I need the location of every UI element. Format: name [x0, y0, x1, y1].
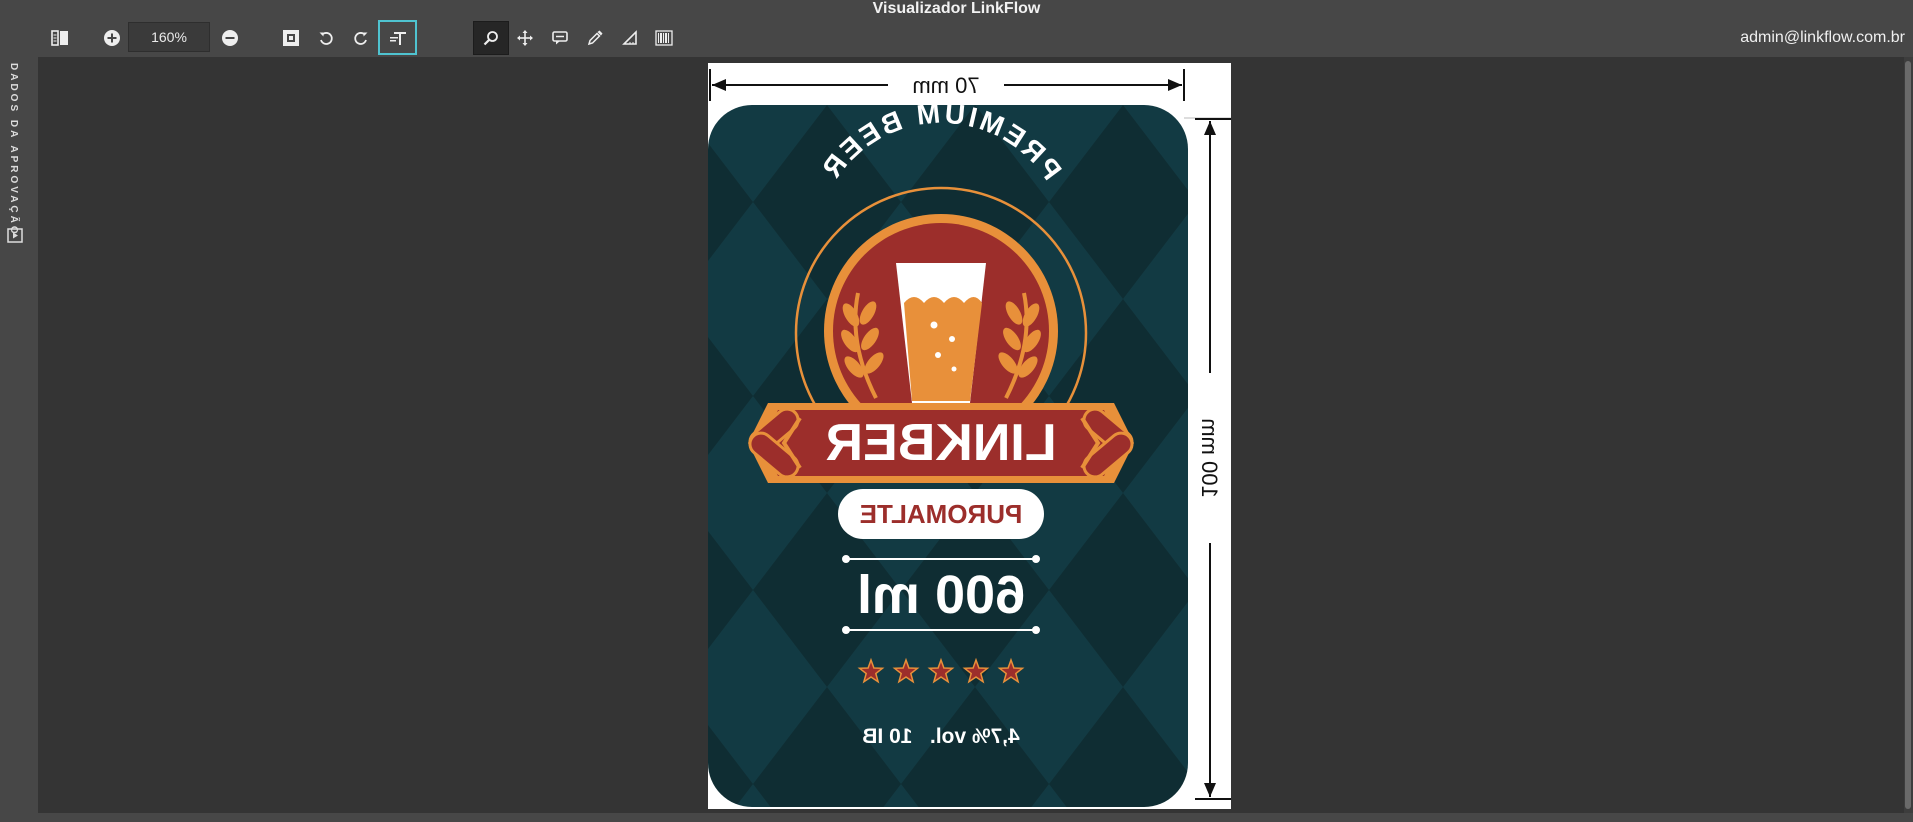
- text-layer-button[interactable]: [378, 20, 417, 55]
- details-text: 4,7% vol. 10 IB: [862, 725, 1020, 748]
- eyedropper-tool-button[interactable]: [577, 21, 613, 55]
- text-layer-icon: [389, 31, 406, 45]
- comment-icon: [552, 31, 568, 45]
- rotate-left-icon: [319, 32, 333, 45]
- move-tool-button[interactable]: [507, 21, 543, 55]
- label-artwork: 70 mm 100 mm PREMIUM BEER LINKBER PUROMA…: [708, 69, 1231, 807]
- approval-side-panel: DADOS DA APROVAÇÃO: [0, 57, 38, 822]
- approval-panel-label[interactable]: DADOS DA APROVAÇÃO: [8, 63, 19, 237]
- barcode-icon: [655, 30, 673, 46]
- fit-screen-icon: [283, 30, 299, 46]
- rotate-left-button[interactable]: [308, 21, 344, 55]
- width-dimension-label: 70 mm: [912, 73, 979, 98]
- app-title: Visualizador LinkFlow: [872, 0, 1041, 17]
- brand-name: LINKBER: [825, 414, 1056, 472]
- eyedropper-icon: [587, 30, 603, 46]
- move-icon: [517, 30, 533, 46]
- toolbar: Visualizador LinkFlow 160% admin@linkflo…: [0, 0, 1913, 57]
- user-email[interactable]: admin@linkflow.com.br: [1740, 29, 1905, 47]
- ruler-icon: [622, 30, 637, 45]
- magnifier-tool-button[interactable]: [473, 21, 509, 55]
- bottom-strip: [0, 813, 1913, 822]
- rotate-right-icon: [354, 32, 368, 45]
- volume-text: 600 ml: [857, 565, 1025, 625]
- rotate-right-button[interactable]: [343, 21, 379, 55]
- scrollbar-thumb[interactable]: [1905, 61, 1911, 809]
- panel-toggle-icon: [51, 30, 68, 46]
- magnifier-icon: [483, 31, 498, 46]
- zoom-in-button[interactable]: [94, 21, 130, 55]
- zoom-in-icon: [104, 30, 120, 46]
- comment-tool-button[interactable]: [542, 21, 578, 55]
- barcode-tool-button[interactable]: [646, 21, 682, 55]
- sidebar-expand-icon[interactable]: [7, 228, 25, 244]
- ruler-tool-button[interactable]: [612, 21, 648, 55]
- zoom-out-icon: [222, 30, 238, 46]
- zoom-level-field[interactable]: 160%: [128, 22, 210, 52]
- panel-toggle-button[interactable]: [42, 21, 78, 55]
- artwork-sheet[interactable]: 70 mm 100 mm PREMIUM BEER LINKBER PUROMA…: [708, 63, 1231, 809]
- sub-brand: PUROMALTE: [860, 499, 1023, 529]
- zoom-out-button[interactable]: [212, 21, 248, 55]
- height-dimension-label: 100 mm: [1197, 418, 1222, 497]
- fit-screen-button[interactable]: [273, 21, 309, 55]
